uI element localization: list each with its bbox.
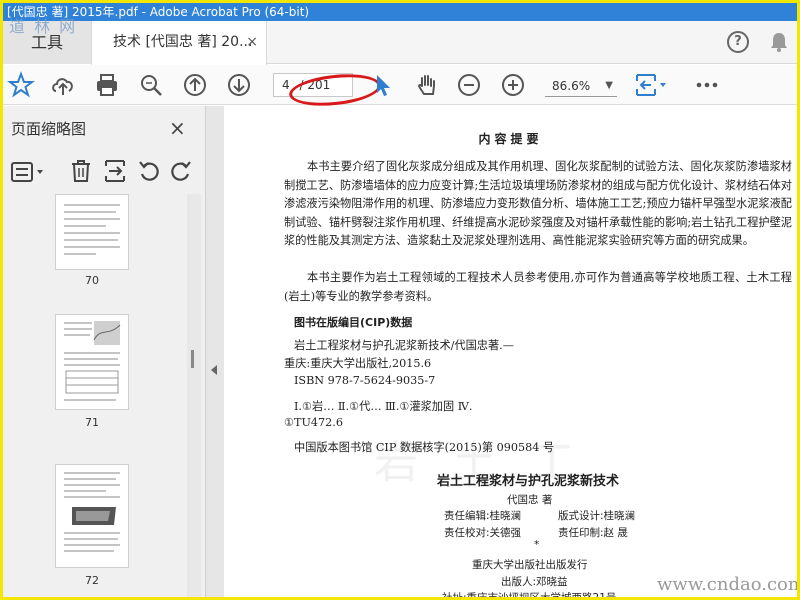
panel-toolbar: [3, 152, 205, 192]
thumbnails-panel: 页面缩略图 × 70 71 72: [3, 106, 206, 597]
window-title: [代国忠 著] 2015年.pdf - Adobe Acrobat Pro (6…: [3, 3, 797, 21]
help-icon[interactable]: ?: [727, 31, 749, 53]
thumbnail-page-number: 71: [85, 416, 99, 429]
page-thumbnail[interactable]: [55, 314, 129, 410]
page-thumbnail[interactable]: [55, 194, 129, 270]
thumbnail-preview: [64, 321, 121, 401]
publisher-line: 重庆大学出版社出版发行: [472, 559, 588, 571]
panel-resize-grip[interactable]: [191, 350, 194, 368]
document-page: 岩 土 工 内容提要 本书主要介绍了固化灰浆成分组成及其作用机理、固化灰浆配制的…: [224, 106, 797, 600]
panel-title: 页面缩略图: [11, 120, 87, 138]
cip-heading: 图书在版编目(CIP)数据: [294, 316, 413, 329]
tab-bar: 工具 技术 [代国忠 著] 20... × ?: [3, 21, 797, 65]
delete-page-icon[interactable]: [69, 158, 93, 184]
thumbnail-page-number: 70: [85, 274, 99, 287]
cip-line: ISBN 978-7-5624-9035-7: [294, 374, 436, 387]
tab-close-icon[interactable]: ×: [246, 21, 258, 64]
cip-line: Ⅰ.①岩… Ⅱ.①代… Ⅲ.①灌浆加固 Ⅳ.: [294, 400, 473, 413]
designer-credit: 版式设计:桂晓澜: [558, 510, 636, 522]
cip-line: 重庆:重庆大学出版社,2015.6: [284, 357, 432, 370]
tab-document-label: 技术 [代国忠 著] 20...: [113, 34, 253, 50]
zoom-out-icon[interactable]: [455, 71, 483, 99]
tab-document[interactable]: 技术 [代国忠 著] 20... ×: [91, 21, 267, 65]
rotate-left-icon[interactable]: [137, 158, 161, 184]
site-logo-watermark: 道 林 网: [9, 17, 78, 36]
notification-bell-icon[interactable]: [767, 30, 791, 54]
zoom-level-value: 86.6%: [552, 79, 591, 93]
usage-paragraph: 本书主要作为岩土工程领域的工程技术人员参考使用,亦可作为普通高等学校地质工程、土…: [284, 271, 792, 303]
page-display-icon[interactable]: [633, 71, 671, 99]
author-credit: 代国忠 著: [507, 494, 553, 506]
publisher-address: 社址:重庆市沙坪坝区大学城西路21号: [442, 592, 617, 600]
previous-page-icon[interactable]: [181, 71, 209, 99]
cip-line: 岩土工程浆材与护孔泥浆新技术/代国忠著.—: [294, 339, 514, 352]
book-title: 岩土工程浆材与护孔泥浆新技术: [437, 474, 620, 489]
rotate-right-icon[interactable]: [169, 158, 193, 184]
page-thumbnail[interactable]: [55, 464, 129, 568]
acrobat-window: [代国忠 著] 2015年.pdf - Adobe Acrobat Pro (6…: [0, 0, 800, 600]
extract-pages-icon[interactable]: [103, 158, 127, 184]
thumbnail-preview: [64, 204, 120, 255]
cip-line: ①TU472.6: [284, 416, 343, 429]
site-url-watermark: www.cndao.com: [657, 574, 800, 595]
upload-cloud-icon[interactable]: [49, 71, 77, 99]
more-tools-icon[interactable]: [693, 71, 721, 99]
main-toolbar: 4 / 201 86.6% ▼: [3, 65, 797, 110]
zoom-in-icon[interactable]: [499, 71, 527, 99]
page-heading: 内容提要: [478, 132, 543, 146]
zoom-level-select[interactable]: 86.6% ▼: [545, 75, 617, 97]
summary-paragraph: 本书主要介绍了固化灰浆成分组成及其作用机理、固化灰浆配制的试验方法、固化灰浆防渗…: [284, 160, 792, 247]
page-current-input[interactable]: 4: [282, 78, 290, 92]
zoom-search-icon[interactable]: [137, 71, 165, 99]
thumbnail-scrollbar[interactable]: [187, 194, 201, 597]
separator-star: *: [534, 539, 540, 551]
proofreader-credit: 责任校对:关德强: [444, 527, 522, 539]
zoom-dropdown-icon[interactable]: ▼: [605, 75, 613, 97]
hand-tool-icon[interactable]: [413, 71, 441, 99]
publisher-person: 出版人:邓晓益: [501, 576, 568, 588]
printer-credit: 责任印制:赵 晟: [558, 527, 628, 539]
panel-splitter[interactable]: [206, 106, 224, 597]
bookmark-star-icon[interactable]: [7, 71, 35, 99]
editor-credit: 责任编辑:桂晓澜: [444, 510, 522, 522]
thumbnail-preview: [64, 472, 120, 552]
panel-close-icon[interactable]: ×: [169, 116, 186, 140]
print-icon[interactable]: [93, 71, 121, 99]
collapse-panel-icon[interactable]: [211, 365, 217, 375]
next-page-icon[interactable]: [225, 71, 253, 99]
thumbnail-list: 70 71 72: [3, 194, 187, 597]
select-cursor-icon[interactable]: [369, 71, 397, 99]
cip-line: 中国版本图书馆 CIP 数据核字(2015)第 090584 号: [294, 441, 555, 454]
thumbnail-page-number: 72: [85, 574, 99, 587]
thumbnail-options-icon[interactable]: [11, 160, 47, 184]
